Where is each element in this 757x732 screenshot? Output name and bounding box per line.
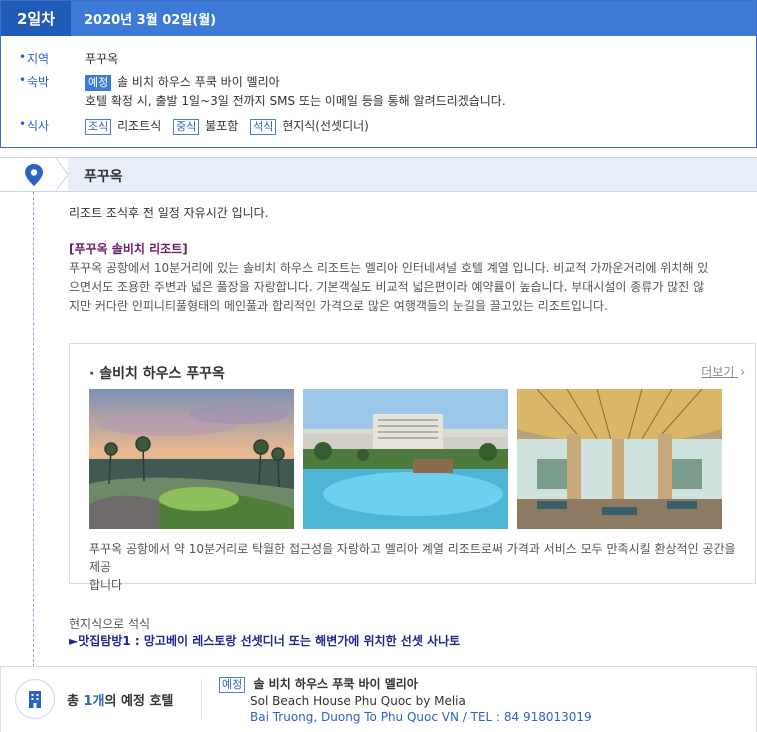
hotel-kr-name: 솔 비치 하우스 푸쿡 바이 멜리아 [253,677,418,691]
stay-row: • 숙박 예정 솔 비치 하우스 푸쿡 바이 멜리아 호텔 확정 시, 출발 1… [19,73,506,111]
resort-desc-line: 으면서도 조용한 주변과 넓은 풀장을 자랑합니다. 기본객실도 비교적 넓은편… [69,280,705,294]
resort-sunset-photo[interactable] [89,389,294,529]
hotel-count: 1개 [83,694,105,709]
resort-desc-line: 지만 커다란 인피니티풀형태의 메인풀과 합리적인 가격으로 많은 여행객들의 … [69,299,608,313]
dinner-link[interactable]: ►맛집탐방1 : 망고베이 레스토랑 선셋디너 또는 해변가에 위치한 선셋 사… [69,632,460,649]
meal-values: 조식 리조트식 중식 불포함 석식 현지식(선셋디너) [85,117,369,136]
divider [201,679,202,719]
region-value: 푸꾸옥 [85,52,119,66]
region-label: 지역 [27,52,50,66]
day-date: 2020년 3월 02일(월) [84,13,217,28]
hotel-desc-line: 푸꾸옥 공항에서 약 10분거리로 탁월한 접근성을 자랑하고 멜리아 계열 리… [89,542,736,574]
total-prefix: 총 [67,694,84,709]
building-icon [15,679,55,719]
stay-label: 숙박 [27,75,50,89]
lunch-tag: 중식 [173,119,200,135]
chevron-right-icon [56,158,69,191]
bullet-icon: • [19,73,27,87]
dinner-label: 현지식으로 석식 [69,617,151,631]
dinner-value: 현지식(선셋디너) [282,119,369,133]
stay-value: 예정 솔 비치 하우스 푸쿡 바이 멜리아 호텔 확정 시, 출발 1일~3일 … [85,73,506,111]
timeline-line [33,192,34,667]
hotel-address: Bai Truong, Duong To Phu Quoc VN / TEL :… [250,710,592,724]
breakfast-value: 리조트식 [117,119,162,133]
day-info-box: 2일차 2020년 3월 02일(월) • 지역 푸꾸옥 • 숙박 예정 솔 비… [0,0,757,148]
bullet-icon: • [19,117,27,131]
breakfast-tag: 조식 [85,119,112,135]
meal-label: 식사 [27,119,50,133]
hotel-card-title: · 솔비치 하우스 푸꾸옥 [89,366,225,382]
resort-lobby-photo[interactable] [517,389,722,529]
planned-tag: 예정 [85,75,112,91]
hotel-card: · 솔비치 하우스 푸꾸옥 더보기 › 푸꾸옥 공항에서 약 10분거리로 탁월… [69,343,756,592]
more-link[interactable]: 더보기 › [701,363,745,380]
planned-tag: 예정 [219,677,246,693]
day-header: 2일차 2020년 3월 02일(월) [1,1,756,36]
day-badge: 2일차 [1,1,71,36]
location-bar: 푸꾸옥 [0,157,757,192]
resort-description: 푸꾸옥 공항에서 10분거리에 있는 솔비치 하우스 리조트는 멜리아 인터네셔… [69,259,749,316]
location-name: 푸꾸옥 [84,169,123,185]
total-hotel-count: 총 1개의 예정 호텔 [67,690,173,709]
hotel-info: 예정 솔 비치 하우스 푸쿡 바이 멜리아 Sol Beach House Ph… [219,676,592,725]
total-suffix: 의 예정 호텔 [104,694,174,709]
hotel-en-name: Sol Beach House Phu Quoc by Melia [250,694,466,708]
bullet-icon: • [19,50,27,64]
stay-note: 호텔 확정 시, 출발 1일~3일 전까지 SMS 또는 이메일 등을 통해 알… [85,94,506,108]
meal-row: • 식사 조식 리조트식 중식 불포함 석식 현지식(선셋디너) [19,117,369,136]
hotel-kr-row: 예정 솔 비치 하우스 푸쿡 바이 멜리아 [219,676,592,693]
resort-title: [푸꾸옥 솔비치 리조트] [69,242,188,256]
more-link-label: 더보기 [701,365,735,379]
dinner-tag: 석식 [250,119,277,135]
lunch-value: 불포함 [205,119,239,133]
resort-desc-line: 푸꾸옥 공항에서 10분거리에 있는 솔비치 하우스 리조트는 멜리아 인터네셔… [69,261,709,275]
resort-pool-photo[interactable] [303,389,508,529]
hotel-description: 푸꾸옥 공항에서 약 10분거리로 탁월한 접근성을 자랑하고 멜리아 계열 리… [89,540,749,594]
region-row: • 지역 푸꾸옥 [19,50,118,69]
hotel-desc-line: 합니다 [89,578,123,592]
free-time-text: 리조트 조식후 전 일정 자유시간 입니다. [69,206,269,220]
chevron-right-icon: › [740,365,745,379]
stay-hotel-name: 솔 비치 하우스 푸쿡 바이 멜리아 [117,75,280,89]
total-hotel-bar: 총 1개의 예정 호텔 예정 솔 비치 하우스 푸쿡 바이 멜리아 Sol Be… [0,666,757,732]
